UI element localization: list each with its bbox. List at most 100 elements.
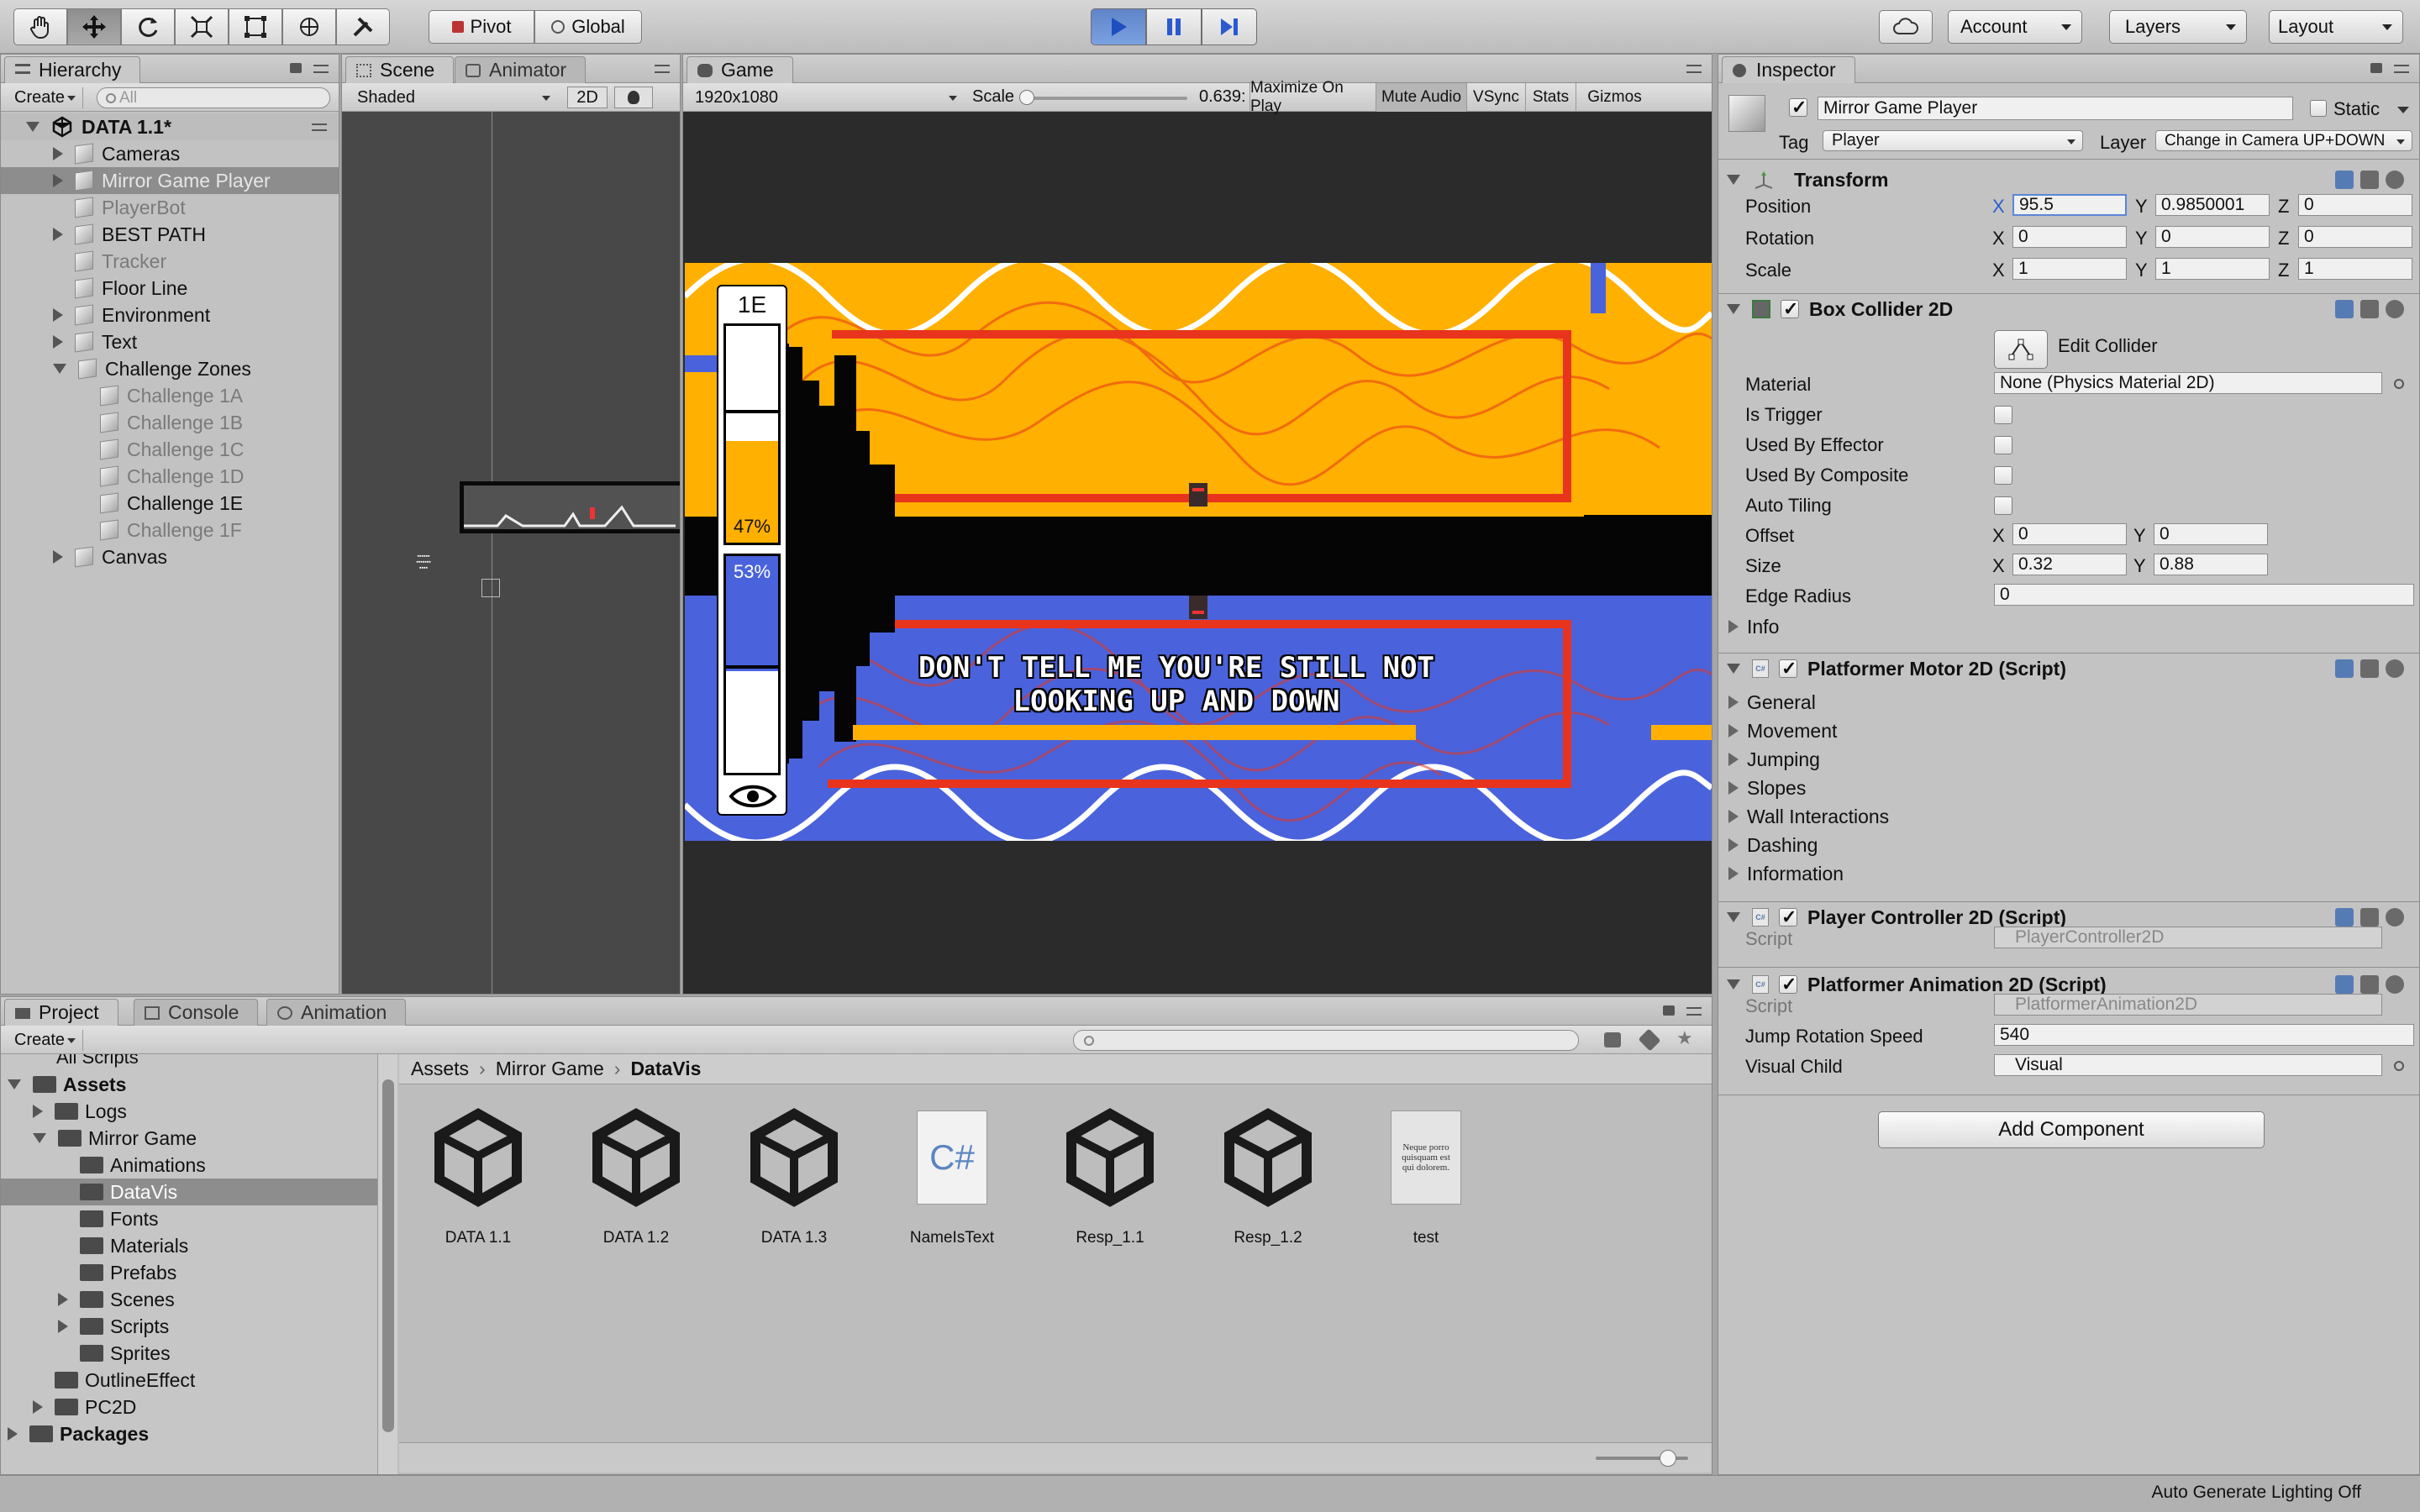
hierarchy-item[interactable]: Challenge 1D — [1, 463, 339, 490]
collapse-arrow-icon[interactable] — [1727, 304, 1740, 314]
global-toggle[interactable]: Global — [534, 10, 642, 44]
asset-item[interactable]: DATA 1.3 — [720, 1103, 868, 1271]
axis-z-label[interactable]: Z — [2278, 260, 2289, 281]
object-name-field[interactable]: Mirror Game Player — [1818, 97, 2293, 120]
layout-dropdown[interactable]: Layout — [2269, 10, 2403, 44]
tab-project[interactable]: Project — [4, 999, 118, 1026]
hierarchy-item[interactable]: Challenge 1C — [1, 436, 339, 463]
project-search-input[interactable] — [1073, 1030, 1579, 1051]
preset-icon[interactable] — [2360, 975, 2379, 994]
expand-arrow-icon[interactable] — [33, 1105, 43, 1118]
edge-radius-field[interactable]: 0 — [1994, 584, 2414, 606]
expand-arrow-icon[interactable] — [53, 147, 63, 160]
scale-slider-thumb[interactable] — [1019, 90, 1034, 105]
expand-arrow-icon[interactable] — [53, 335, 63, 349]
hierarchy-item[interactable]: Canvas — [1, 543, 339, 570]
help-icon[interactable] — [2335, 975, 2354, 994]
2d-toggle[interactable]: 2D — [567, 87, 608, 108]
breadcrumb-item-assets[interactable]: Assets — [411, 1058, 469, 1080]
tag-dropdown[interactable]: Player — [1823, 130, 2083, 151]
expand-arrow-icon[interactable] — [1728, 696, 1739, 709]
static-dropdown-arrow-icon[interactable] — [2397, 107, 2409, 119]
expand-arrow-icon[interactable] — [26, 122, 39, 132]
motor-section-foldout[interactable]: Information — [1718, 861, 2419, 886]
transform-y-field[interactable]: 0 — [2155, 226, 2270, 248]
gear-icon[interactable] — [2386, 300, 2404, 318]
hierarchy-item[interactable]: Challenge 1F — [1, 517, 339, 543]
tab-inspector[interactable]: Inspector — [1722, 56, 1855, 83]
transform-y-field[interactable]: 1 — [2155, 258, 2270, 280]
project-tree-scrollbar[interactable] — [377, 1054, 397, 1474]
project-tree-item[interactable]: Logs — [1, 1098, 378, 1125]
transform-z-field[interactable]: 0 — [2298, 226, 2412, 248]
visual-child-field[interactable]: Visual — [1994, 1054, 2382, 1076]
breadcrumb-item-mirror-game[interactable]: Mirror Game — [496, 1058, 604, 1080]
motor-section-foldout[interactable]: Movement — [1718, 718, 2419, 743]
tab-scene[interactable]: Scene — [345, 56, 455, 83]
static-checkbox[interactable] — [2310, 100, 2327, 117]
auto-tiling-checkbox[interactable] — [1994, 496, 2012, 515]
asset-item[interactable]: DATA 1.1 — [404, 1103, 552, 1271]
axis-z-label[interactable]: Z — [2278, 196, 2289, 218]
project-tree-item[interactable]: Materials — [1, 1232, 378, 1259]
asset-item[interactable]: DATA 1.2 — [562, 1103, 710, 1271]
scene-root-row[interactable]: DATA 1.1* — [1, 113, 339, 140]
transform-y-field[interactable]: 0.9850001 — [2155, 194, 2270, 216]
hierarchy-item[interactable]: Cameras — [1, 140, 339, 167]
scrollbar-thumb[interactable] — [382, 1079, 394, 1432]
expand-arrow-icon[interactable] — [53, 228, 63, 241]
lighting-toggle[interactable] — [614, 87, 653, 108]
project-tree-item[interactable]: DataVis — [1, 1179, 378, 1205]
expand-arrow-icon[interactable] — [1728, 620, 1739, 633]
help-icon[interactable] — [2335, 659, 2354, 678]
project-tree-item[interactable]: PC2D — [1, 1394, 378, 1420]
scene-camera-gizmo[interactable] — [481, 579, 500, 597]
hierarchy-item[interactable]: Challenge Zones — [1, 355, 339, 382]
motor-section-foldout[interactable]: Wall Interactions — [1718, 804, 2419, 829]
help-icon[interactable] — [2335, 171, 2354, 189]
cloud-button[interactable] — [1879, 10, 1933, 44]
project-tree-item[interactable]: Prefabs — [1, 1259, 378, 1286]
hierarchy-search-input[interactable]: All — [97, 87, 330, 108]
hierarchy-item[interactable]: Challenge 1B — [1, 409, 339, 436]
offset-y-field[interactable]: 0 — [2154, 523, 2268, 545]
pivot-toggle[interactable]: Pivot — [429, 10, 534, 44]
transform-z-field[interactable]: 0 — [2298, 194, 2412, 216]
box-collider-header[interactable]: Box Collider 2D — [1718, 295, 2419, 323]
resolution-dropdown[interactable]: 1920x1080 — [687, 87, 964, 108]
preset-icon[interactable] — [2360, 171, 2379, 189]
gear-icon[interactable] — [2386, 659, 2404, 678]
jump-rotation-field[interactable]: 540 — [1994, 1024, 2414, 1046]
hierarchy-item[interactable]: Floor Line — [1, 275, 339, 302]
preset-icon[interactable] — [2360, 300, 2379, 318]
hierarchy-item[interactable]: Text — [1, 328, 339, 355]
axis-y-label[interactable]: Y — [2135, 228, 2148, 249]
preset-icon[interactable] — [2360, 659, 2379, 678]
project-tree-item[interactable]: Fonts — [1, 1205, 378, 1232]
gear-icon[interactable] — [2386, 975, 2404, 994]
rect-tool-button[interactable] — [229, 8, 282, 45]
panel-menu-icon[interactable] — [1686, 1007, 1702, 1016]
tab-animator[interactable]: Animator — [455, 56, 587, 83]
maximize-on-play-toggle[interactable]: Maximize On Play — [1249, 79, 1376, 115]
expand-arrow-icon[interactable] — [1728, 810, 1739, 823]
icon-size-slider-thumb[interactable] — [1660, 1450, 1676, 1467]
breadcrumb-item-datavis[interactable]: DataVis — [630, 1058, 701, 1080]
lock-icon[interactable] — [2370, 63, 2382, 73]
layer-dropdown[interactable]: Change in Camera UP+DOWN — [2155, 130, 2412, 151]
expand-arrow-icon[interactable] — [1728, 867, 1739, 880]
stats-toggle[interactable]: Stats — [1525, 83, 1576, 112]
transform-x-field[interactable]: 1 — [2012, 258, 2127, 280]
hierarchy-item[interactable]: Tracker — [1, 248, 339, 275]
hierarchy-item[interactable]: Challenge 1E — [1, 490, 339, 517]
asset-item[interactable]: Resp_1.2 — [1194, 1103, 1342, 1271]
vsync-toggle[interactable]: VSync — [1466, 83, 1525, 112]
gear-icon[interactable] — [2386, 171, 2404, 189]
favorite-star-icon[interactable]: ★ — [1676, 1027, 1693, 1049]
panel-menu-icon[interactable] — [1686, 65, 1702, 73]
animation-enabled-checkbox[interactable] — [1779, 974, 1797, 995]
motor-section-foldout[interactable]: Dashing — [1718, 832, 2419, 858]
create-dropdown[interactable]: Create — [6, 87, 83, 108]
expand-arrow-icon[interactable] — [53, 308, 63, 322]
lock-icon[interactable] — [1663, 1005, 1675, 1016]
